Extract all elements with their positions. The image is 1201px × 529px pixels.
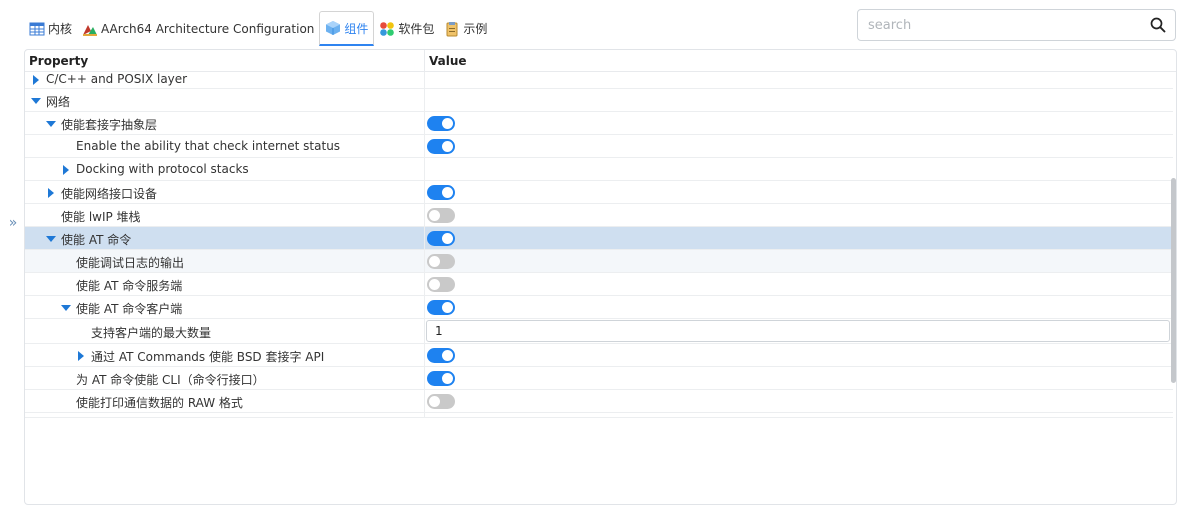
- row-label: 使能打印通信数据的 RAW 格式: [76, 396, 243, 410]
- tab-kernel[interactable]: 内核: [24, 11, 77, 46]
- tab-components[interactable]: 组件: [319, 11, 375, 46]
- tab-aarch64[interactable]: AArch64 Architecture Configuration: [77, 11, 319, 46]
- table-header: Property Value: [25, 50, 1176, 72]
- table-row[interactable]: 使能 AT 命令客户端: [25, 296, 1173, 319]
- search-box: [857, 9, 1176, 41]
- toggle-switch[interactable]: [427, 231, 455, 246]
- table-row[interactable]: 使能 lwIP 堆栈: [25, 204, 1173, 227]
- table-row[interactable]: Docking with protocol stacks: [25, 158, 1173, 181]
- collapse-arrow-icon[interactable]: [46, 236, 56, 242]
- tab-examples[interactable]: 示例: [439, 11, 492, 46]
- table-row[interactable]: 使能调试日志的输出: [25, 250, 1173, 273]
- column-header-value: Value: [429, 54, 467, 68]
- table-row[interactable]: 通过 AT Commands 使能 BSD 套接字 API: [25, 344, 1173, 367]
- row-label: Enable the ability that check internet s…: [76, 139, 341, 153]
- table-row[interactable]: 使能 AT 命令服务端: [25, 273, 1173, 296]
- table-row-selected[interactable]: 使能 AT 命令: [25, 227, 1173, 250]
- column-divider: [424, 50, 425, 72]
- tab-examples-label: 示例: [463, 22, 488, 36]
- tab-bar: 内核 AArch64 Architecture Configuration 组件…: [24, 10, 492, 46]
- row-label: 为 AT 命令使能 CLI（命令行接口）: [76, 373, 265, 387]
- table-row[interactable]: C/C++ and POSIX layer: [25, 72, 1173, 89]
- row-label: 使能调试日志的输出: [76, 256, 185, 270]
- toggle-switch[interactable]: [427, 394, 455, 409]
- collapse-arrow-icon[interactable]: [46, 121, 56, 127]
- toggle-switch[interactable]: [427, 116, 455, 131]
- expand-arrow-icon[interactable]: [63, 165, 69, 175]
- table-row[interactable]: Enable the ability that check internet s…: [25, 135, 1173, 158]
- row-label: 网络: [46, 95, 71, 109]
- tab-aarch64-label: AArch64 Architecture Configuration: [101, 21, 315, 36]
- property-panel: Property Value C/C++ and POSIX layer 网络 …: [24, 49, 1177, 505]
- vertical-scrollbar[interactable]: [1171, 178, 1176, 383]
- expand-sidebar-icon[interactable]: »: [4, 213, 22, 233]
- toggle-switch[interactable]: [427, 208, 455, 223]
- toggle-switch[interactable]: [427, 371, 455, 386]
- table-row-empty: [25, 413, 1173, 418]
- row-label: 使能 AT 命令服务端: [76, 279, 183, 293]
- component-icon: [325, 20, 341, 36]
- row-label: 通过 AT Commands 使能 BSD 套接字 API: [91, 350, 325, 364]
- toggle-switch[interactable]: [427, 139, 455, 154]
- tab-packages-label: 软件包: [398, 22, 435, 36]
- search-input[interactable]: [868, 10, 1138, 40]
- collapse-arrow-icon[interactable]: [61, 305, 71, 311]
- expand-arrow-icon[interactable]: [48, 188, 54, 198]
- row-label: Docking with protocol stacks: [76, 162, 249, 176]
- row-label: 支持客户端的最大数量: [91, 326, 212, 340]
- toggle-switch[interactable]: [427, 348, 455, 363]
- column-header-property: Property: [29, 54, 89, 68]
- table-icon: [29, 21, 45, 37]
- collapse-arrow-icon[interactable]: [31, 98, 41, 104]
- row-label: 使能 AT 命令: [61, 233, 132, 247]
- property-rows: C/C++ and POSIX layer 网络 使能套接字抽象层 Enable…: [25, 72, 1173, 418]
- tab-components-label: 组件: [344, 21, 369, 36]
- row-label: 使能网络接口设备: [61, 187, 158, 201]
- package-icon: [379, 21, 395, 37]
- toggle-switch[interactable]: [427, 300, 455, 315]
- tab-packages[interactable]: 软件包: [374, 11, 439, 46]
- toggle-switch[interactable]: [427, 277, 455, 292]
- search-icon[interactable]: [1149, 16, 1167, 34]
- toggle-switch[interactable]: [427, 254, 455, 269]
- row-label: 使能 AT 命令客户端: [76, 302, 183, 316]
- table-row[interactable]: 支持客户端的最大数量 1: [25, 319, 1173, 344]
- table-row[interactable]: 使能网络接口设备: [25, 181, 1173, 204]
- table-row[interactable]: 使能套接字抽象层: [25, 112, 1173, 135]
- row-label: 使能 lwIP 堆栈: [61, 210, 141, 224]
- row-label: C/C++ and POSIX layer: [46, 72, 188, 86]
- max-clients-input[interactable]: 1: [426, 320, 1170, 342]
- example-icon: [444, 21, 460, 37]
- tab-kernel-label: 内核: [48, 22, 73, 36]
- expand-arrow-icon[interactable]: [78, 351, 84, 361]
- table-row[interactable]: 网络: [25, 89, 1173, 112]
- app-root: 内核 AArch64 Architecture Configuration 组件…: [0, 0, 1201, 529]
- arch-icon: [82, 21, 98, 37]
- table-row[interactable]: 使能打印通信数据的 RAW 格式: [25, 390, 1173, 413]
- toggle-switch[interactable]: [427, 185, 455, 200]
- table-row[interactable]: 为 AT 命令使能 CLI（命令行接口）: [25, 367, 1173, 390]
- expand-arrow-icon[interactable]: [33, 75, 39, 85]
- row-label: 使能套接字抽象层: [61, 118, 158, 132]
